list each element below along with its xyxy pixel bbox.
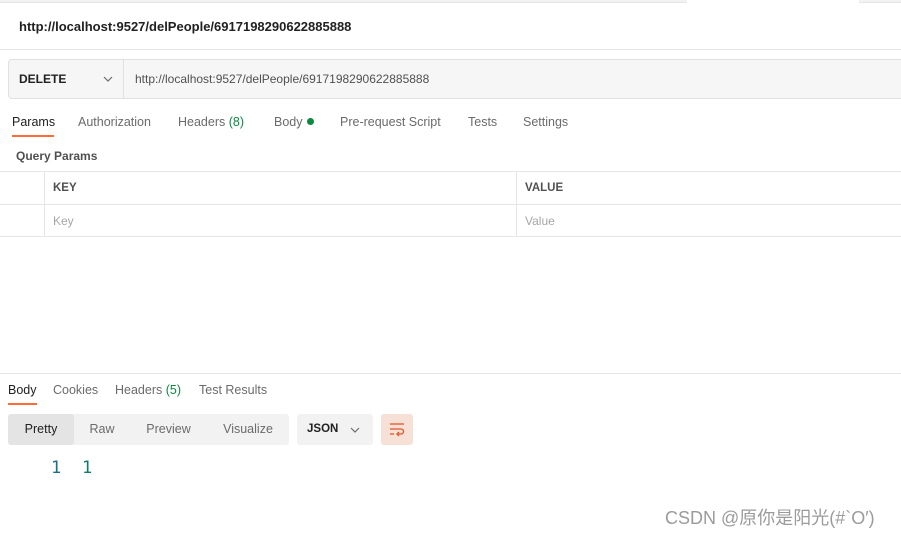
- tab-body[interactable]: Body: [274, 115, 314, 129]
- value-cell: [516, 205, 901, 236]
- tab-strip-segment: [859, 0, 901, 3]
- response-view-mode-group: Pretty Raw Preview Visualize: [8, 414, 289, 445]
- active-tab-indicator: [12, 135, 54, 137]
- key-cell: [44, 205, 516, 236]
- view-raw-button[interactable]: Raw: [74, 414, 130, 445]
- key-input[interactable]: [53, 214, 493, 228]
- body-indicator-dot-icon: [306, 118, 314, 125]
- view-pretty-button[interactable]: Pretty: [8, 414, 74, 445]
- request-title[interactable]: http://localhost:9527/delPeople/69171982…: [19, 19, 351, 34]
- table-row: [0, 204, 901, 237]
- line-number: 1: [51, 458, 62, 478]
- tab-settings[interactable]: Settings: [523, 115, 568, 129]
- query-params-table: KEY VALUE: [0, 171, 901, 237]
- response-value: 1: [82, 458, 93, 478]
- url-bar: DELETE: [8, 59, 901, 99]
- tab-headers-count: (8): [228, 115, 245, 129]
- table-header-row: KEY VALUE: [0, 171, 901, 204]
- tab-headers-label: Headers: [178, 115, 226, 129]
- response-tab-body[interactable]: Body: [8, 383, 37, 397]
- value-input[interactable]: [525, 214, 883, 228]
- method-dropdown[interactable]: DELETE: [9, 60, 124, 98]
- tab-params[interactable]: Params: [12, 115, 55, 129]
- format-dropdown[interactable]: JSON: [297, 414, 373, 445]
- tab-body-label: Body: [274, 115, 303, 129]
- watermark: CSDN @原你是阳光(#`O′): [665, 508, 875, 528]
- method-label: DELETE: [19, 72, 67, 86]
- response-tab-headers-label: Headers: [115, 383, 163, 397]
- tab-authorization[interactable]: Authorization: [78, 115, 151, 129]
- tab-tests[interactable]: Tests: [468, 115, 497, 129]
- request-tabs: Params Authorization Headers (8) Body Pr…: [0, 110, 901, 140]
- wrap-lines-button[interactable]: [381, 414, 413, 445]
- wrap-lines-icon: [390, 423, 405, 437]
- chevron-down-icon: [350, 427, 360, 433]
- column-header-value: VALUE: [516, 172, 901, 204]
- tab-strip-segment: [0, 0, 687, 3]
- response-tabs: Body Cookies Headers (5) Test Results: [0, 376, 901, 406]
- response-tab-headers[interactable]: Headers (5): [115, 383, 181, 397]
- active-response-tab-indicator: [8, 403, 37, 405]
- response-tab-test-results[interactable]: Test Results: [199, 383, 267, 397]
- query-params-title: Query Params: [16, 149, 98, 163]
- view-preview-button[interactable]: Preview: [130, 414, 207, 445]
- column-header-key: KEY: [44, 172, 516, 204]
- request-title-bar: http://localhost:9527/delPeople/69171982…: [0, 4, 901, 50]
- response-tab-cookies[interactable]: Cookies: [53, 383, 98, 397]
- response-divider[interactable]: [0, 373, 901, 374]
- tab-headers[interactable]: Headers (8): [178, 115, 244, 129]
- tab-prerequest-script[interactable]: Pre-request Script: [340, 115, 441, 129]
- url-input[interactable]: [124, 60, 901, 98]
- format-label: JSON: [307, 423, 339, 435]
- response-body-viewer[interactable]: 1 1: [0, 456, 901, 486]
- chevron-down-icon: [103, 76, 113, 82]
- view-visualize-button[interactable]: Visualize: [207, 414, 289, 445]
- response-tab-headers-count: (5): [165, 383, 182, 397]
